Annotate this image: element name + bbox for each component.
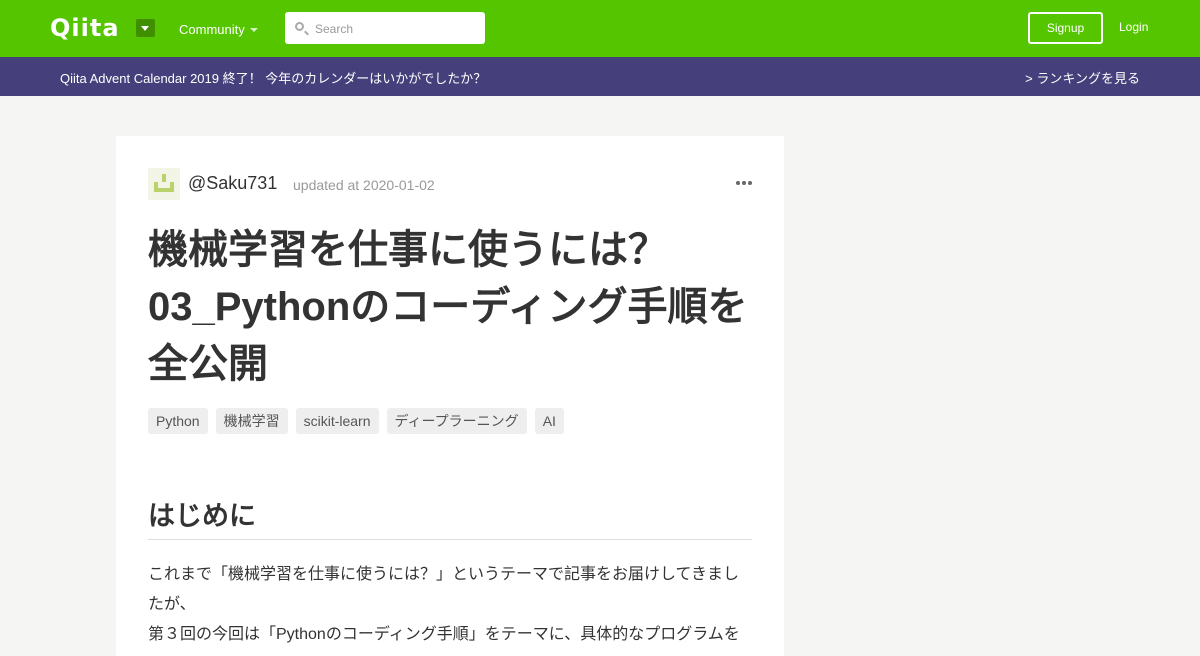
tag-machine-learning[interactable]: 機械学習 [215, 408, 288, 434]
article-title: 機械学習を仕事に使うには？ 03_Pythonのコーディング手順を全公開 [148, 228, 748, 386]
search-input[interactable] [313, 18, 477, 40]
more-options-icon[interactable] [736, 181, 752, 186]
logo-dropdown-icon[interactable] [136, 19, 155, 37]
article-paragraph: これまで「機械学習を仕事に使うには？」というテーマで記事をお届けしてきましたが、… [148, 560, 752, 650]
author-username[interactable]: @Saku731 [188, 173, 277, 194]
paragraph-line: これまで「機械学習を仕事に使うには？」というテーマで記事をお届けしてきましたが、 [148, 566, 740, 613]
qiita-logo[interactable]: Qiita [50, 14, 120, 42]
tag-deep-learning[interactable]: ディープラーニング [386, 408, 527, 434]
tag-ai[interactable]: AI [534, 408, 564, 434]
header: Qiita Community Signup Login [0, 0, 1200, 57]
search-box[interactable] [285, 12, 485, 44]
section-heading: はじめに [148, 494, 752, 540]
tag-python[interactable]: Python [148, 408, 208, 434]
avatar[interactable] [148, 168, 180, 200]
community-menu[interactable]: Community [179, 22, 245, 37]
tag-list: Python 機械学習 scikit-learn ディープラーニング AI [148, 408, 564, 434]
login-link[interactable]: Login [1119, 20, 1148, 34]
article-card: @Saku731 updated at 2020-01-02 機械学習を仕事に使… [116, 136, 784, 656]
search-icon [295, 22, 304, 31]
banner-text: Qiita Advent Calendar 2019 終了！ 今年のカレンダーは… [60, 71, 487, 86]
updated-date: updated at 2020-01-02 [293, 177, 435, 193]
paragraph-line-cut: 第３回の今回は「Pythonのコーディング手順」をテーマに、具体的なプログラムを [148, 626, 740, 643]
ranking-link[interactable]: > ランキングを見る [1025, 68, 1140, 87]
signup-button[interactable]: Signup [1028, 12, 1103, 44]
advent-calendar-banner: Qiita Advent Calendar 2019 終了！ 今年のカレンダーは… [0, 57, 1200, 96]
tag-scikit-learn[interactable]: scikit-learn [295, 408, 379, 434]
chevron-down-icon [250, 28, 258, 32]
